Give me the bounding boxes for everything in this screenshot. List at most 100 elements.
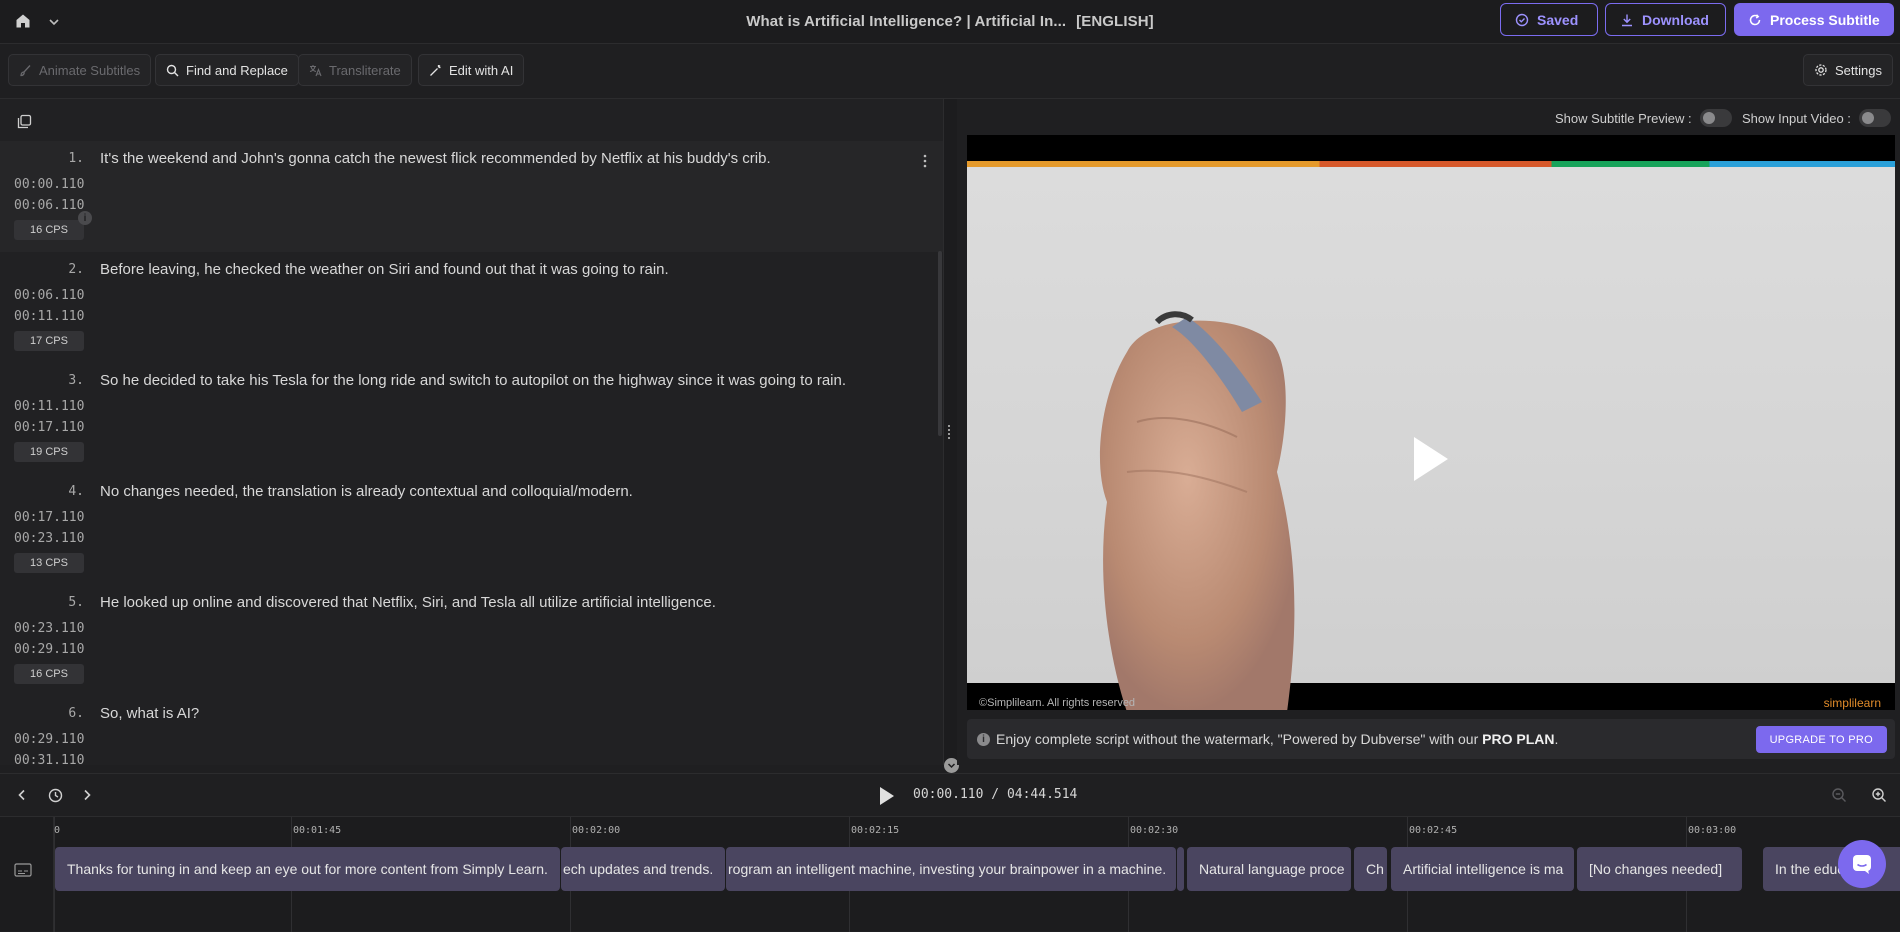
saved-button[interactable]: Saved — [1500, 3, 1598, 36]
subtitle-item[interactable]: 6. So, what is AI? 00:29.110 00:31.110 — [0, 696, 943, 766]
player-controls: 00:00.110 / 04:44.514 — [0, 773, 1900, 816]
subtitle-item[interactable]: 3. So he decided to take his Tesla for t… — [0, 363, 943, 474]
subtitle-text[interactable]: Before leaving, he checked the weather o… — [100, 261, 669, 278]
language-icon — [309, 64, 322, 76]
subtitle-text[interactable]: He looked up online and discovered that … — [100, 594, 716, 611]
ruler-label: 00:03:00 — [1688, 825, 1737, 836]
subtitle-item[interactable]: 5. He looked up online and discovered th… — [0, 585, 943, 696]
chevron-down-icon — [947, 763, 956, 769]
pro-plan-banner: i Enjoy complete script without the wate… — [967, 719, 1895, 759]
subtitle-text[interactable]: So he decided to take his Tesla for the … — [100, 372, 846, 389]
editor-toolbar: Animate Subtitles Find and Replace Trans… — [0, 44, 1900, 99]
timeline-clip[interactable]: rogram an intelligent machine, investing… — [726, 847, 1176, 891]
next-button[interactable] — [77, 785, 97, 805]
subtitle-preview-toggle[interactable] — [1699, 109, 1732, 127]
copyright-watermark: ©Simplilearn. All rights reserved — [979, 697, 1136, 709]
subtitle-text[interactable]: It's the weekend and John's gonna catch … — [100, 150, 771, 167]
subtitle-end-time[interactable]: 00:23.110 — [14, 531, 84, 546]
edit-with-ai-label: Edit with AI — [449, 62, 514, 78]
support-chat-button[interactable] — [1838, 840, 1886, 888]
subtitle-number: 3. — [68, 373, 84, 388]
total-time: 04:44.514 — [1006, 787, 1078, 802]
brush-icon — [20, 64, 31, 76]
timeline-clip[interactable]: Thanks for tuning in and keep an eye out… — [55, 847, 560, 891]
timeline-clip[interactable]: Artificial intelligence is ma — [1391, 847, 1574, 891]
panel-toggle-button[interactable] — [14, 111, 34, 131]
layers-icon — [17, 114, 31, 128]
subtitle-menu-button[interactable] — [920, 153, 930, 169]
promo-text: Enjoy complete script without the waterm… — [996, 731, 1559, 747]
info-icon[interactable]: i — [78, 211, 92, 225]
subtitle-text[interactable]: So, what is AI? — [100, 705, 199, 722]
transliterate-button[interactable]: Transliterate — [298, 54, 412, 86]
zoom-out-button[interactable] — [1829, 785, 1849, 805]
subtitle-item[interactable]: 2. Before leaving, he checked the weathe… — [0, 252, 943, 363]
project-language: [ENGLISH] — [1076, 13, 1154, 30]
cps-badge: 19 CPS — [14, 442, 84, 462]
subtitle-end-time[interactable]: 00:17.110 — [14, 420, 84, 435]
previous-button[interactable] — [12, 785, 32, 805]
ruler-label: 00:01:45 — [293, 825, 342, 836]
subtitle-end-time[interactable]: 00:11.110 — [14, 309, 84, 324]
subtitle-item[interactable]: 4. No changes needed, the translation is… — [0, 474, 943, 585]
chevron-left-icon — [18, 789, 25, 801]
play-icon[interactable] — [1414, 437, 1448, 481]
subtitle-end-time[interactable]: 00:29.110 — [14, 642, 84, 657]
process-subtitle-label: Process Subtitle — [1770, 11, 1880, 28]
ruler-label: 00:02:45 — [1409, 825, 1458, 836]
play-button[interactable] — [880, 787, 894, 805]
history-button[interactable] — [45, 785, 65, 805]
subtitle-text[interactable]: No changes needed, the translation is al… — [100, 483, 633, 500]
video-player[interactable]: ©Simplilearn. All rights reserved simpli… — [967, 135, 1895, 710]
subtitle-end-time[interactable]: 00:06.110 — [14, 198, 84, 213]
cps-badge: 16 CPS — [14, 220, 84, 240]
home-icon — [16, 14, 30, 28]
refresh-icon — [1749, 13, 1761, 25]
settings-button[interactable]: Settings — [1803, 54, 1893, 86]
edit-with-ai-button[interactable]: Edit with AI — [418, 54, 525, 86]
subtitle-number: 5. — [68, 595, 84, 610]
panel-resizer[interactable] — [943, 99, 959, 773]
subtitle-list-scrollbar[interactable] — [938, 251, 942, 436]
ruler-label: 00:02:15 — [851, 825, 900, 836]
subtitle-number: 6. — [68, 706, 84, 721]
project-title: What is Artificial Intelligence? | Artif… — [746, 13, 1067, 30]
timeline-clip[interactable]: [No changes needed] — [1577, 847, 1742, 891]
home-menu-dropdown[interactable] — [44, 12, 64, 32]
subtitle-start-time[interactable]: 00:17.110 — [14, 510, 84, 525]
subtitle-start-time[interactable]: 00:00.110 — [14, 177, 84, 192]
subtitle-end-time[interactable]: 00:31.110 — [14, 753, 84, 766]
settings-label: Settings — [1835, 62, 1882, 78]
subtitle-editor-panel: 1. It's the weekend and John's gonna cat… — [0, 99, 943, 766]
home-button[interactable] — [10, 8, 36, 34]
subtitle-start-time[interactable]: 00:06.110 — [14, 288, 84, 303]
zoom-in-button[interactable] — [1869, 785, 1889, 805]
subtitle-timeline[interactable]: 0 00:01:45 00:02:00 00:02:15 00:02:30 00… — [0, 816, 1900, 932]
timeline-clip[interactable] — [1177, 847, 1184, 891]
video-preview-panel: Show Subtitle Preview : Show Input Video… — [957, 99, 1900, 765]
search-icon — [166, 64, 179, 76]
zoom-out-icon — [1832, 788, 1846, 802]
video-frame: ©Simplilearn. All rights reserved simpli… — [967, 167, 1895, 710]
subtitle-start-time[interactable]: 00:23.110 — [14, 621, 84, 636]
cps-badge: 16 CPS — [14, 664, 84, 684]
subtitle-start-time[interactable]: 00:11.110 — [14, 399, 84, 414]
subtitle-number: 4. — [68, 484, 84, 499]
find-replace-button[interactable]: Find and Replace — [155, 54, 299, 86]
gear-icon — [1815, 64, 1827, 76]
animate-subtitles-button[interactable]: Animate Subtitles — [8, 54, 152, 86]
show-subtitle-preview-label: Show Subtitle Preview : — [1555, 110, 1692, 126]
input-video-toggle[interactable] — [1858, 109, 1891, 127]
subtitle-track-icon — [14, 863, 32, 877]
subtitle-start-time[interactable]: 00:29.110 — [14, 732, 84, 747]
chat-icon — [1853, 855, 1871, 874]
subtitle-item[interactable]: 1. It's the weekend and John's gonna cat… — [0, 141, 943, 252]
timeline-clip[interactable]: Ch — [1354, 847, 1387, 891]
download-button[interactable]: Download — [1605, 3, 1726, 36]
timeline-clip[interactable]: ech updates and trends. — [561, 847, 725, 891]
upgrade-to-pro-button[interactable]: UPGRADE TO PRO — [1755, 726, 1887, 753]
chevron-right-icon — [84, 789, 91, 801]
clock-icon — [48, 788, 62, 802]
timeline-clip[interactable]: Natural language proce — [1187, 847, 1351, 891]
process-subtitle-button[interactable]: Process Subtitle — [1734, 3, 1894, 36]
